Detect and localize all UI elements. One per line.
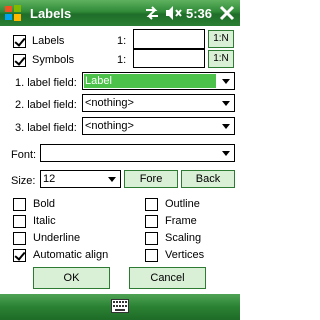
connectivity-arrows-icon[interactable]: [144, 5, 160, 21]
frame-checkbox[interactable]: [145, 215, 158, 228]
soft-key-bar: [0, 294, 240, 320]
automatic-align-checkbox[interactable]: [13, 249, 26, 262]
labels-value-field[interactable]: [133, 29, 205, 49]
outline-label: Outline: [165, 198, 200, 210]
cancel-button[interactable]: Cancel: [129, 267, 206, 289]
label-field-3-dropdown[interactable]: <nothing>: [82, 117, 235, 135]
label-field-2-label: 2. label field:: [15, 99, 77, 111]
size-label: Size:: [11, 175, 36, 187]
font-dropdown[interactable]: [40, 144, 235, 162]
label-field-3-label: 3. label field:: [15, 122, 77, 134]
size-dropdown[interactable]: 12: [40, 170, 121, 188]
labels-checkbox[interactable]: [13, 35, 26, 48]
symbols-1n-button[interactable]: 1:N: [208, 50, 234, 68]
scaling-checkbox[interactable]: [145, 232, 158, 245]
underline-label: Underline: [33, 232, 81, 244]
labels-dialog: Labels 1: 1:N Symbols 1: 1:N 1. label fi…: [0, 26, 240, 294]
title-bar: Labels 5:36: [0, 0, 240, 26]
font-label: Font:: [11, 149, 37, 161]
symbols-checkbox[interactable]: [13, 54, 26, 67]
speaker-muted-icon[interactable]: [165, 5, 183, 21]
label-field-1-dropdown[interactable]: Label: [82, 72, 235, 90]
scaling-label: Scaling: [165, 232, 202, 244]
frame-label: Frame: [165, 215, 197, 227]
bold-checkbox[interactable]: [13, 198, 26, 211]
italic-label: Italic: [33, 215, 56, 227]
keyboard-icon[interactable]: [111, 299, 129, 313]
vertices-checkbox[interactable]: [145, 249, 158, 262]
vertices-label: Vertices: [165, 249, 205, 261]
labels-1n-button[interactable]: 1:N: [208, 30, 234, 48]
italic-checkbox[interactable]: [13, 215, 26, 228]
labels-index-label: 1:: [117, 35, 127, 47]
symbols-index-label: 1:: [117, 54, 127, 66]
close-x-icon[interactable]: [218, 4, 236, 22]
ok-button[interactable]: OK: [33, 267, 110, 289]
underline-checkbox[interactable]: [13, 232, 26, 245]
automatic-align-label: Automatic align: [33, 249, 109, 261]
chevron-down-icon: [222, 124, 230, 129]
bold-label: Bold: [33, 198, 56, 210]
windows-flag-icon[interactable]: [4, 4, 22, 22]
window-title: Labels: [30, 6, 72, 21]
symbols-label: Symbols: [32, 54, 75, 66]
chevron-down-icon: [108, 177, 116, 182]
back-color-button[interactable]: Back: [181, 170, 235, 188]
chevron-down-icon: [222, 101, 230, 106]
label-field-1-label: 1. label field:: [15, 77, 77, 89]
symbols-value-field[interactable]: [133, 49, 205, 68]
outline-checkbox[interactable]: [145, 198, 158, 211]
fore-color-button[interactable]: Fore: [124, 170, 178, 188]
labels-label: Labels: [32, 35, 65, 47]
chevron-down-icon: [222, 79, 230, 84]
chevron-down-icon: [222, 151, 230, 156]
clock[interactable]: 5:36: [186, 6, 212, 21]
label-field-2-dropdown[interactable]: <nothing>: [82, 94, 235, 112]
